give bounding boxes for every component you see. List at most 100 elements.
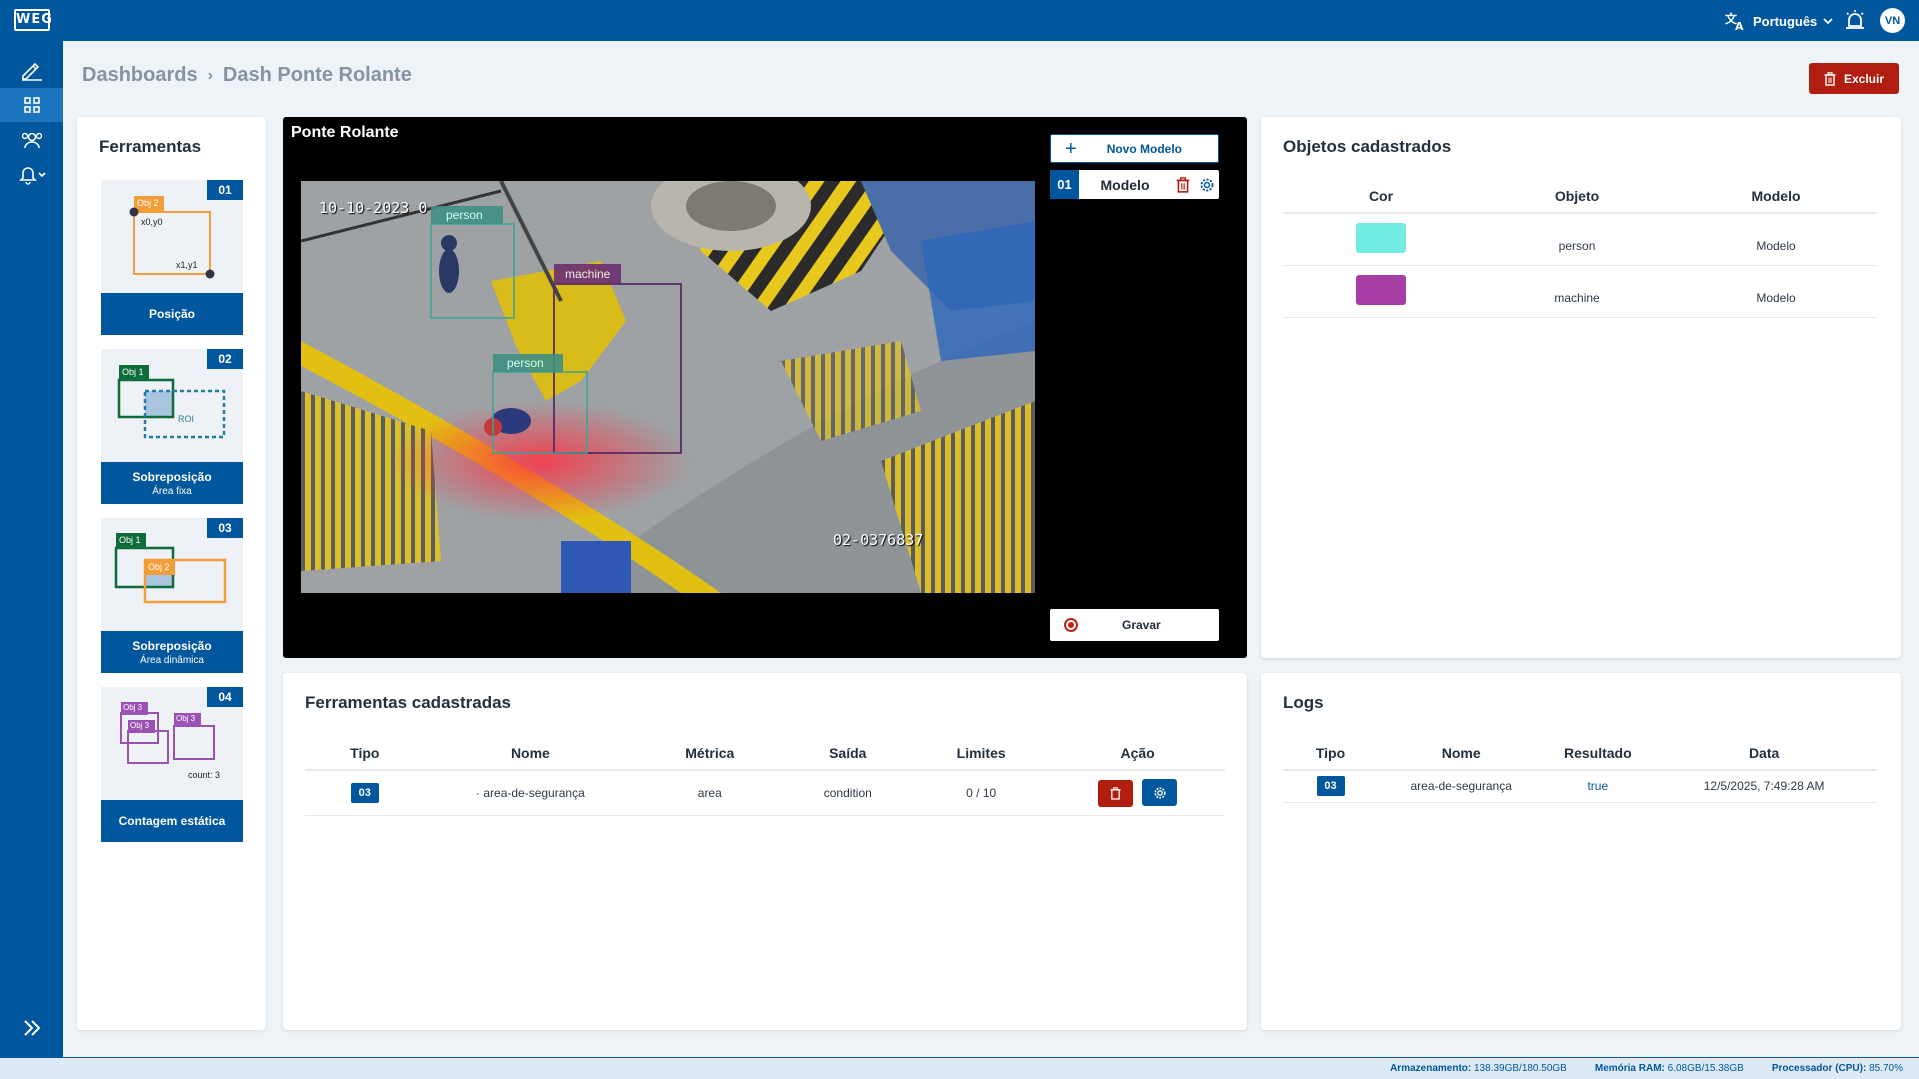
column-header: Nome [424, 736, 637, 771]
tool-sublabel: Área dinâmica [140, 654, 204, 666]
tool-static-count[interactable]: Obj 3 Obj 3 Obj 3 count: 3 04 Contagem e… [101, 687, 243, 842]
tool-overlap-fixed[interactable]: Obj 1 ROI 02 Sobreposição Área fixa [101, 349, 243, 504]
sidebar-item-users[interactable] [0, 123, 63, 157]
tool-overlap-fixed-roi-label: ROI [178, 414, 195, 424]
tool-type-badge: 03 [350, 782, 379, 803]
tool-position-start-label: x0,y0 [141, 217, 163, 227]
sidebar [0, 41, 63, 1057]
detection-label: machine [565, 267, 611, 281]
plus-icon: + [1065, 137, 1077, 160]
tool-overlap-dynamic[interactable]: Obj 1 Obj 2 03 Sobreposição Área dinâmic… [101, 518, 243, 673]
tool-label: Sobreposição [132, 638, 212, 653]
svg-text:A: A [1735, 20, 1744, 31]
cpu-label: Processador (CPU): [1771, 1063, 1867, 1074]
tool-settings-button[interactable] [1142, 779, 1178, 806]
tool-overlap-fixed-illustration: Obj 1 ROI 02 [101, 349, 243, 462]
object-model: Modelo [1675, 265, 1877, 318]
system-status-bar: Armazenamento: 138.39GB/180.50GB Memória… [0, 1057, 1919, 1079]
model-item[interactable]: 01 Modelo [1050, 170, 1219, 199]
weg-logo[interactable]: WEG [14, 9, 52, 31]
registered-tools-table: Tipo Nome Métrica Saída Limites Ação 03 … [305, 736, 1225, 816]
column-header: Nome [1378, 736, 1545, 771]
tool-position-label-bar: Posição [101, 293, 243, 335]
log-date: 12/5/2025, 7:49:28 AM [1651, 770, 1877, 803]
object-name: machine [1479, 265, 1676, 318]
tools-panel: Ferramentas Obj 2 x0,y0 x1,y1 01 Posição [77, 117, 266, 1030]
alarm-icon[interactable] [1843, 8, 1867, 37]
column-header: Ação [1050, 736, 1225, 771]
new-model-button[interactable]: + Novo Modelo [1050, 134, 1219, 163]
tool-overlap-fixed-obj-label: Obj 1 [122, 367, 144, 377]
tool-number: 02 [207, 349, 243, 369]
tool-sublabel: Área fixa [152, 485, 192, 497]
object-name: person [1479, 213, 1676, 266]
delete-tool-button[interactable] [1097, 779, 1133, 807]
user-avatar[interactable]: VN [1880, 8, 1905, 33]
tool-static-count-count-label: count: 3 [188, 770, 221, 780]
sidebar-item-annotate[interactable] [0, 53, 63, 87]
tool-overlap-dynamic-label-bar: Sobreposição Área dinâmica [101, 631, 243, 673]
sidebar-item-alerts[interactable] [0, 158, 63, 192]
column-header: Tipo [305, 736, 425, 771]
video-title: Ponte Rolante [291, 124, 399, 141]
tool-static-count-obj-c-label: Obj 3 [176, 714, 196, 723]
tool-label: Posição [148, 307, 196, 321]
tool-static-count-illustration: Obj 3 Obj 3 Obj 3 count: 3 04 [101, 687, 243, 800]
tool-metric: area [636, 770, 784, 816]
record-button[interactable]: Gravar [1050, 609, 1219, 641]
tool-overlap-dynamic-obj2-label: Obj 2 [148, 562, 170, 572]
detection-label: person [507, 356, 544, 370]
model-number: 01 [1050, 170, 1079, 199]
registered-tools-panel: Ferramentas cadastradas Tipo Nome Métric… [283, 673, 1247, 1030]
sidebar-expand-button[interactable] [0, 1011, 63, 1045]
registered-objects-table: Cor Objeto Modelo person Modelo machine … [1283, 179, 1877, 318]
storage-value: 138.39GB/180.50GB [1474, 1063, 1567, 1074]
trash-icon [1176, 176, 1190, 193]
tool-static-count-obj-a-label: Obj 3 [123, 703, 143, 712]
tool-label: Contagem estática [118, 814, 226, 828]
tool-name: · area-de-segurança [424, 770, 637, 816]
tool-position[interactable]: Obj 2 x0,y0 x1,y1 01 Posição [101, 180, 243, 335]
top-bar: WEG 文A Português VN [0, 0, 1919, 41]
camera-feed[interactable]: 10-10-2023 0 02-0376837 person machine p… [301, 181, 1035, 593]
object-color-swatch [1356, 274, 1406, 305]
tools-panel-title: Ferramentas [99, 137, 202, 156]
cpu-status: Processador (CPU): 85.70% [1772, 1063, 1903, 1074]
column-header: Modelo [1675, 179, 1877, 214]
registered-tools-title: Ferramentas cadastradas [305, 693, 512, 712]
delete-model-button[interactable] [1171, 176, 1195, 193]
breadcrumb-root[interactable]: Dashboards [82, 64, 198, 87]
trash-icon [1824, 71, 1836, 86]
video-camera-id-overlay: 02-0376837 [833, 531, 924, 549]
logs-panel: Logs Tipo Nome Resultado Data 03 area-de… [1261, 673, 1901, 1030]
users-icon [21, 132, 42, 149]
registered-objects-title: Objetos cadastrados [1283, 137, 1452, 156]
translate-icon: 文A [1725, 11, 1744, 31]
registered-objects-panel: Objetos cadastrados Cor Objeto Modelo pe… [1261, 117, 1901, 658]
log-type-badge: 03 [1316, 776, 1345, 797]
tool-position-end-label: x1,y1 [176, 260, 198, 270]
language-selector[interactable]: 文A Português [1725, 9, 1840, 33]
breadcrumb-separator: › [207, 66, 213, 84]
chevron-down-icon [1823, 18, 1833, 25]
new-model-label: Novo Modelo [1106, 141, 1183, 156]
tool-limits: 0 / 10 [912, 770, 1051, 816]
column-header: Saída [783, 736, 913, 771]
breadcrumb: Dashboards › Dash Ponte Rolante [82, 64, 412, 87]
ram-label: Memória RAM: [1594, 1063, 1665, 1074]
tool-position-illustration: Obj 2 x0,y0 x1,y1 01 [101, 180, 243, 293]
delete-dashboard-button[interactable]: Excluir [1809, 63, 1899, 94]
video-timestamp-overlay: 10-10-2023 0 [319, 199, 428, 217]
table-row: 03 · area-de-segurança area condition 0 … [305, 770, 1225, 816]
table-row: machine Modelo [1283, 265, 1877, 318]
bell-icon [18, 167, 46, 185]
gear-icon [1200, 178, 1214, 191]
log-result: true [1544, 770, 1652, 803]
sidebar-item-dashboards[interactable] [0, 88, 63, 122]
tool-output: condition [783, 770, 913, 816]
column-header: Tipo [1283, 736, 1379, 771]
tool-position-obj-label: Obj 2 [137, 198, 159, 208]
model-settings-button[interactable] [1195, 177, 1219, 193]
ram-status: Memória RAM: 6.08GB/15.38GB [1595, 1063, 1744, 1074]
tool-number: 04 [207, 687, 243, 707]
